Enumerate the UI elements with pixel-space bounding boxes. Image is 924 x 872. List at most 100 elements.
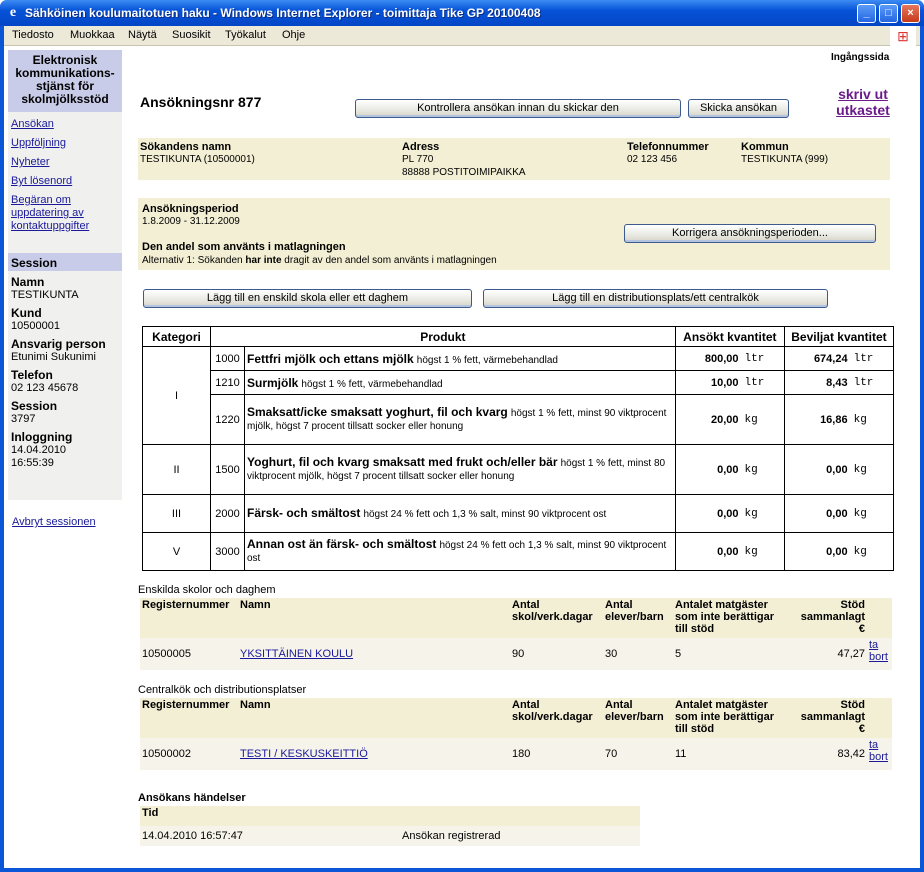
menu-help[interactable]: Ohje [282,29,305,41]
period-value: 1.8.2009 - 31.12.2009 [142,216,240,227]
session-person-label: Ansvarig person [11,337,106,351]
applicant-name-label: Sökandens namn [140,141,232,153]
product-code: 1220 [210,394,245,445]
schools-header-row: Registernummer Namn Antal skol/verk.daga… [140,598,892,638]
menu-edit[interactable]: Muokkaa [70,29,115,41]
session-customer-label: Kund [11,306,42,320]
granted-qty: 16,86 [783,394,850,445]
product-code: 3000 [210,532,245,571]
session-header: Session [8,253,122,271]
central-name-link[interactable]: TESTI / KESKUSKEITTIÖ [240,748,368,760]
school-name-link[interactable]: YKSITTÄINEN KOULU [240,648,353,660]
correct-period-button[interactable]: Korrigera ansökningsperioden... [624,224,876,243]
central-header-row: Registernummer Namn Antal skol/verk.daga… [140,698,892,738]
guests-cell: 11 [675,748,687,760]
category-cell: II [142,444,211,495]
granted-unit: kg [849,394,894,445]
granted-unit: kg [849,444,894,495]
reg-cell: 10500005 [142,648,191,660]
add-school-button[interactable]: Lägg till en enskild skola eller ett dag… [143,289,472,308]
granted-qty: 0,00 [783,494,850,533]
col-reg: Registernummer [140,698,238,738]
col-action [867,698,892,738]
sidebar-link-update-contact[interactable]: Begäran om uppdatering av kontaktuppgift… [11,194,119,233]
sidebar-title: Elektronisk kommunikations-stjänst för s… [8,50,122,112]
page-title: Ansökningsnr 877 [140,94,262,110]
product-code: 1210 [210,370,245,395]
applied-unit: ltr [740,370,785,395]
sidebar: Elektronisk kommunikations-stjänst för s… [8,50,122,500]
applied-qty: 800,00 [674,346,741,371]
page-content: Elektronisk kommunikations-stjänst för s… [4,46,920,868]
session-id-label: Session [11,399,58,413]
applied-unit: kg [740,494,785,533]
applied-qty: 0,00 [674,532,741,571]
print-draft-link[interactable]: skriv ut utkastet [830,86,896,118]
maximize-button[interactable]: □ [879,4,898,23]
period-panel: Ansökningsperiod 1.8.2009 - 31.12.2009 D… [138,198,890,270]
reg-cell: 10500002 [142,748,191,760]
events-table: Tid 14.04.2010 16:57:47 Ansökan registre… [140,806,640,846]
menu-tools[interactable]: Työkalut [225,29,266,41]
granted-unit: kg [849,532,894,571]
abort-session-link[interactable]: Avbryt sessionen [12,516,96,528]
session-id-value: 3797 [11,413,36,425]
applied-unit: ltr [740,346,785,371]
applied-qty: 0,00 [674,494,741,533]
col-days: Antal skol/verk.dagar [510,698,603,738]
granted-unit: ltr [849,346,894,371]
share-text: Alternativ 1: Sökanden har inte dragit a… [142,255,497,266]
close-button[interactable]: × [901,4,920,23]
sidebar-link-change-password[interactable]: Byt lösenord [11,175,119,188]
category-cell: V [142,532,211,571]
events-header-row: Tid [140,806,640,826]
applied-unit: kg [740,444,785,495]
send-application-button[interactable]: Skicka ansökan [688,99,789,118]
product-name: Fettfri mjölk och ettans mjölk [247,351,414,366]
session-login-label: Inloggning [11,430,73,444]
check-application-button[interactable]: Kontrollera ansökan innan du skickar den [355,99,681,118]
header-applied: Ansökt kvantitet [674,326,785,347]
sidebar-link-application[interactable]: Ansökan [11,118,119,131]
sidebar-link-followup[interactable]: Uppföljning [11,137,119,150]
header-granted: Beviljat kvantitet [783,326,895,347]
session-customer-value: 10500001 [11,320,60,332]
remove-central-link[interactable]: ta bort [869,739,888,763]
header-product: Produkt [210,326,676,347]
pupils-cell: 30 [605,648,618,660]
pupils-cell: 70 [605,748,618,760]
home-link[interactable]: Ingångssida [831,52,889,63]
col-sum: Stöd sammanlagt € [791,598,867,638]
menu-file[interactable]: Tiedosto [12,29,54,41]
browser-window: e Sähköinen koulumaitotuen haku - Window… [0,0,924,872]
applied-qty: 0,00 [674,444,741,495]
menu-favorites[interactable]: Suosikit [172,29,211,41]
product-row: 1210 Surmjölk högst 1 % fett, värmebehan… [143,370,894,395]
product-desc: högst 1 % fett, värmebehandlad [416,354,558,366]
municipality-value: TESTIKUNTA (999) [741,154,829,165]
col-sum: Stöd sammanlagt € [791,698,867,738]
window-title: Sähköinen koulumaitotuen haku - Windows … [25,6,541,20]
session-phone-label: Telefon [11,368,53,382]
minimize-button[interactable]: _ [857,4,876,23]
table-row: 10500002 TESTI / KESKUSKEITTIÖ 180 70 11… [140,738,892,770]
product-row: I 1000 Fettfri mjölk och ettans mjölk hö… [142,346,894,445]
product-code: 1500 [210,444,245,495]
product-name: Yoghurt, fil och kvarg smaksatt med fruk… [247,455,558,469]
share-label: Den andel som använts i matlagningen [142,241,346,253]
category-cell: I [142,346,211,445]
col-reg: Registernummer [140,598,238,638]
menu-view[interactable]: Näytä [128,29,157,41]
granted-unit: kg [849,494,894,533]
remove-school-link[interactable]: ta bort [869,639,888,663]
event-text: Ansökan registrerad [402,830,501,842]
municipality-label: Kommun [741,141,789,153]
add-central-kitchen-button[interactable]: Lägg till en distributionsplats/ett cent… [483,289,828,308]
granted-qty: 674,24 [783,346,850,371]
sidebar-link-news[interactable]: Nyheter [11,156,119,169]
header-category: Kategori [142,326,211,347]
phone-label: Telefonnummer [627,141,709,153]
days-cell: 90 [512,648,525,660]
col-action [867,598,892,638]
product-row: II 1500 Yoghurt, fil och kvarg smaksatt … [142,444,894,495]
